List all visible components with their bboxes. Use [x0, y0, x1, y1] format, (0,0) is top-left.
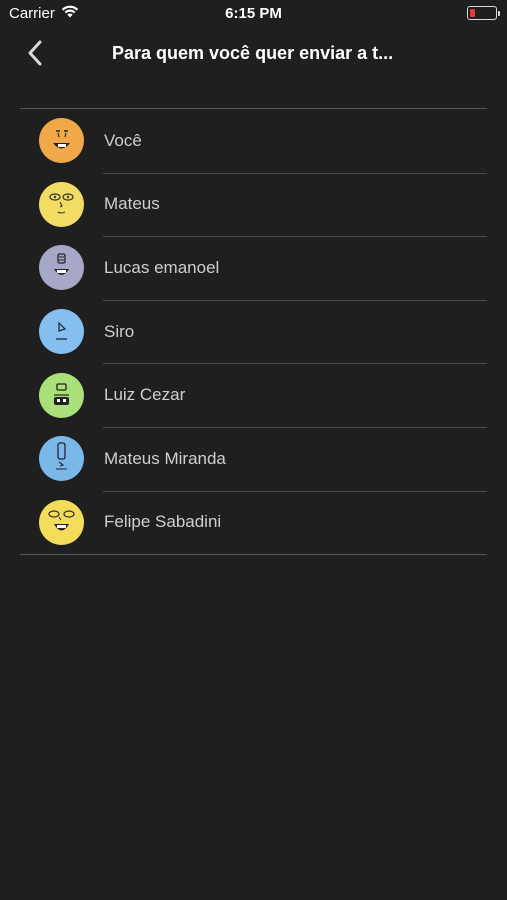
contact-name: Luiz Cezar — [104, 385, 186, 405]
contact-row[interactable]: Mateus — [20, 172, 487, 237]
nav-bar: Para quem você quer enviar a t... — [0, 28, 507, 78]
contact-name: Lucas emanoel — [104, 257, 220, 277]
contact-row[interactable]: Mateus Miranda — [20, 426, 487, 491]
battery-level — [470, 9, 475, 17]
chevron-left-icon — [28, 40, 42, 66]
contact-name: Você — [104, 130, 142, 150]
status-right — [467, 6, 500, 20]
contact-list: Você Mateus Lucas emanoel Siro Luiz Cezar Mat… — [20, 108, 487, 556]
battery-icon — [467, 6, 500, 20]
contact-name: Mateus — [104, 194, 160, 214]
contact-row[interactable]: Lucas emanoel — [20, 236, 487, 300]
contact-row[interactable]: Siro — [20, 299, 487, 364]
avatar-face-icon — [39, 309, 84, 355]
contact-row[interactable]: Você — [20, 109, 487, 173]
contact-row[interactable]: Luiz Cezar — [20, 363, 487, 427]
screen: Carrier 6:15 PM Para quem você quer envi… — [0, 0, 507, 900]
avatar-face-icon — [39, 245, 84, 291]
back-button[interactable] — [18, 36, 52, 70]
contact-name: Mateus Miranda — [104, 448, 226, 468]
avatar-face-icon — [39, 372, 84, 418]
avatar-face-icon — [39, 181, 84, 227]
status-bar: Carrier 6:15 PM — [0, 0, 507, 28]
page-title: Para quem você quer enviar a t... — [112, 43, 394, 63]
avatar-face-icon — [39, 118, 84, 164]
avatar-face-icon — [39, 436, 84, 482]
contact-name: Felipe Sabadini — [104, 512, 222, 532]
contact-row[interactable]: Felipe Sabadini — [20, 490, 487, 555]
avatar-face-icon — [39, 499, 84, 545]
contact-name: Siro — [104, 321, 135, 341]
status-time: 6:15 PM — [225, 5, 282, 22]
